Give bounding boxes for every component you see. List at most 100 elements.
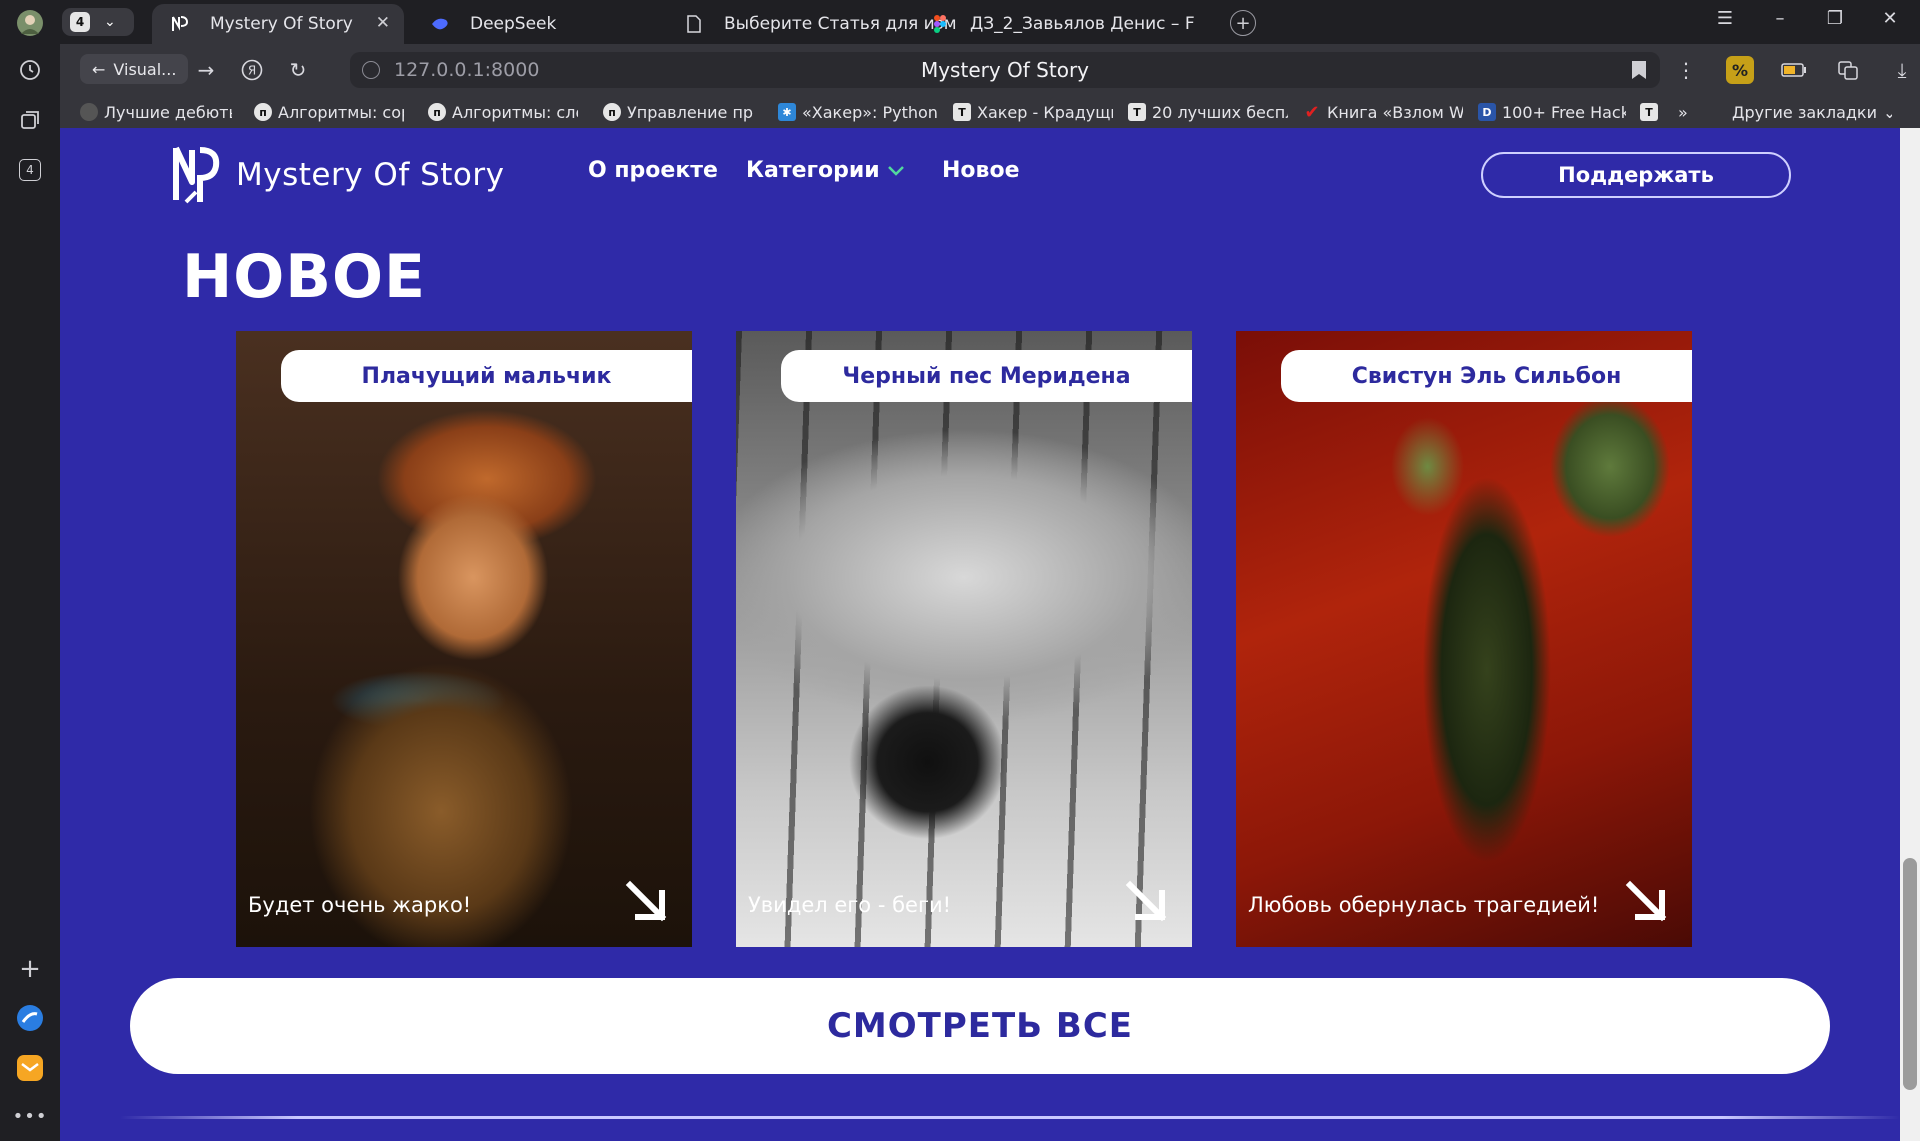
logo-mark-icon bbox=[173, 146, 220, 204]
bookmark-label: Хакер - Крадущи bbox=[977, 102, 1113, 122]
arrow-down-right-icon[interactable] bbox=[1124, 879, 1170, 925]
profile-avatar[interactable] bbox=[15, 8, 45, 38]
xakep-icon: ✱ bbox=[778, 103, 796, 121]
page-title: Mystery Of Story bbox=[920, 58, 1090, 82]
logo-text: Mystery Of Story bbox=[236, 157, 505, 193]
close-tab-icon[interactable]: ✕ bbox=[376, 13, 390, 33]
card-title: Свистун Эль Сильбон bbox=[1281, 350, 1692, 402]
other-bookmarks-button[interactable]: Другие закладки ⌄ bbox=[1732, 100, 1892, 124]
tab-bar: 4 ⌄ Mystery Of Story ✕ DeepSeek Выберите… bbox=[60, 0, 1920, 44]
tab-groups-button[interactable]: 4 ⌄ bbox=[62, 8, 134, 36]
close-window-icon[interactable]: ✕ bbox=[1875, 8, 1905, 29]
new-tab-button[interactable]: + bbox=[1230, 10, 1256, 36]
back-button[interactable]: ← Visual... bbox=[80, 54, 189, 84]
overflow-chevron: » bbox=[1678, 102, 1688, 122]
bookmark-item[interactable]: п Алгоритмы: слож bbox=[428, 100, 578, 124]
bookmark-label: Управление прое bbox=[627, 102, 753, 122]
reload-icon[interactable]: ↻ bbox=[284, 56, 312, 84]
bookmarks-overflow-button[interactable]: » bbox=[1678, 100, 1698, 124]
card-subtitle: Любовь обернулась трагедией! bbox=[1248, 893, 1600, 917]
support-button[interactable]: Поддержать bbox=[1481, 152, 1791, 198]
chevron-down-icon: ⌄ bbox=[1883, 102, 1892, 122]
discount-extension-icon[interactable]: % bbox=[1726, 56, 1754, 84]
forward-icon[interactable]: → bbox=[192, 56, 220, 84]
restore-icon[interactable]: ❐ bbox=[1820, 8, 1850, 29]
nav-new[interactable]: Новое bbox=[942, 158, 1019, 183]
bookmark-item[interactable]: ✔ Книга «Взлом Wi- bbox=[1303, 100, 1463, 124]
website-viewport: Mystery Of Story О проекте Категории Нов… bbox=[60, 128, 1900, 1141]
card-subtitle: Будет очень жарко! bbox=[248, 893, 472, 917]
svg-text:Я: Я bbox=[248, 64, 256, 78]
battery-icon[interactable] bbox=[1780, 56, 1808, 84]
tab-deepseek[interactable]: DeepSeek bbox=[412, 4, 662, 44]
history-icon[interactable] bbox=[15, 55, 45, 85]
other-bookmarks-label: Другие закладки bbox=[1732, 102, 1877, 122]
card-title: Черный пес Меридена bbox=[781, 350, 1192, 402]
document-icon bbox=[684, 14, 704, 34]
menu-icon[interactable]: ☰ bbox=[1710, 8, 1740, 29]
card-title: Плачущий мальчик bbox=[281, 350, 692, 402]
t-icon: T bbox=[953, 103, 971, 121]
site-logo[interactable]: Mystery Of Story bbox=[170, 140, 504, 210]
page-scrollbar[interactable] bbox=[1900, 128, 1920, 1141]
yandex-icon[interactable]: Я bbox=[238, 56, 266, 84]
minimize-icon[interactable]: – bbox=[1765, 8, 1795, 29]
bookmark-label: 20 лучших беспла bbox=[1152, 102, 1288, 122]
section-title: НОВОЕ bbox=[182, 242, 426, 312]
habr-icon: п bbox=[603, 103, 621, 121]
story-card[interactable]: Плачущий мальчик Будет очень жарко! bbox=[236, 331, 692, 947]
more-options-icon[interactable]: ⋮ bbox=[1672, 56, 1700, 84]
translate-icon[interactable] bbox=[1834, 56, 1862, 84]
card-subtitle: Увидел его - беги! bbox=[748, 893, 952, 917]
messenger-app-icon[interactable] bbox=[15, 1003, 45, 1033]
arrow-down-right-icon[interactable] bbox=[624, 879, 670, 925]
collections-icon[interactable] bbox=[15, 105, 45, 135]
nav-categories[interactable]: Категории bbox=[746, 158, 904, 183]
tab-figma[interactable]: ДЗ_2_Завьялов Денис – F bbox=[912, 4, 1212, 44]
back-label: Visual... bbox=[113, 59, 177, 79]
tab-mystery-of-story[interactable]: Mystery Of Story ✕ bbox=[152, 4, 404, 44]
chevron-down-icon bbox=[887, 160, 904, 181]
rail-tab-count: 4 bbox=[19, 159, 41, 181]
nav-new-label: Новое bbox=[942, 158, 1020, 183]
address-bar[interactable]: 127.0.0.1:8000 Mystery Of Story bbox=[350, 52, 1660, 88]
chevron-down-icon: ⌄ bbox=[104, 14, 116, 30]
browser-sidebar: 4 + ••• bbox=[0, 0, 60, 1141]
bookmark-label: Лучшие дебюты в bbox=[104, 102, 232, 122]
download-icon[interactable]: ⤓ bbox=[1888, 56, 1916, 84]
bookmark-item[interactable]: Лучшие дебюты в bbox=[80, 100, 232, 124]
bookmark-label: Алгоритмы: сорт bbox=[278, 102, 404, 122]
bookmark-label: «Хакер»: Python с bbox=[802, 102, 938, 122]
section-divider bbox=[120, 1116, 1900, 1119]
tabs-count-icon[interactable]: 4 bbox=[15, 155, 45, 185]
bookmark-item[interactable]: п Алгоритмы: сорт bbox=[254, 100, 404, 124]
site-logo-icon bbox=[170, 14, 190, 34]
story-card[interactable]: Черный пес Меридена Увидел его - беги! bbox=[736, 331, 1192, 947]
story-card[interactable]: Свистун Эль Сильбон Любовь обернулась тр… bbox=[1236, 331, 1692, 947]
t-icon: T bbox=[1640, 103, 1658, 121]
t-icon: T bbox=[1128, 103, 1146, 121]
arrow-left-icon: ← bbox=[92, 59, 106, 79]
bookmark-item[interactable]: T bbox=[1640, 100, 1662, 124]
navigation-bar: ← Visual... → Я ↻ 127.0.0.1:8000 Mystery… bbox=[60, 44, 1920, 96]
mail-app-icon[interactable] bbox=[15, 1053, 45, 1083]
bookmark-item[interactable]: T 20 лучших беспла bbox=[1128, 100, 1288, 124]
bookmark-item[interactable]: T Хакер - Крадущи bbox=[953, 100, 1113, 124]
add-panel-icon[interactable]: + bbox=[15, 954, 45, 984]
check-icon: ✔ bbox=[1304, 101, 1320, 123]
tab-label: Mystery Of Story bbox=[210, 14, 353, 34]
bookmark-label: Алгоритмы: слож bbox=[452, 102, 578, 122]
more-icon[interactable]: ••• bbox=[13, 1101, 47, 1131]
tab-label: DeepSeek bbox=[470, 14, 557, 34]
tab-label: ДЗ_2_Завьялов Денис – F bbox=[970, 14, 1195, 34]
bookmark-label: Книга «Взлом Wi- bbox=[1327, 102, 1463, 122]
d-icon: D bbox=[1478, 103, 1496, 121]
bookmark-item[interactable]: ✱ «Хакер»: Python с bbox=[778, 100, 938, 124]
scrollbar-thumb[interactable] bbox=[1903, 858, 1917, 1090]
nav-about-label: О проекте bbox=[588, 158, 718, 183]
see-all-button[interactable]: СМОТРЕТЬ ВСЕ bbox=[130, 978, 1830, 1074]
bookmark-item[interactable]: D 100+ Free Hacki bbox=[1478, 100, 1626, 124]
nav-about[interactable]: О проекте bbox=[588, 158, 718, 183]
bookmark-item[interactable]: п Управление прое bbox=[603, 100, 753, 124]
arrow-down-right-icon[interactable] bbox=[1624, 879, 1670, 925]
